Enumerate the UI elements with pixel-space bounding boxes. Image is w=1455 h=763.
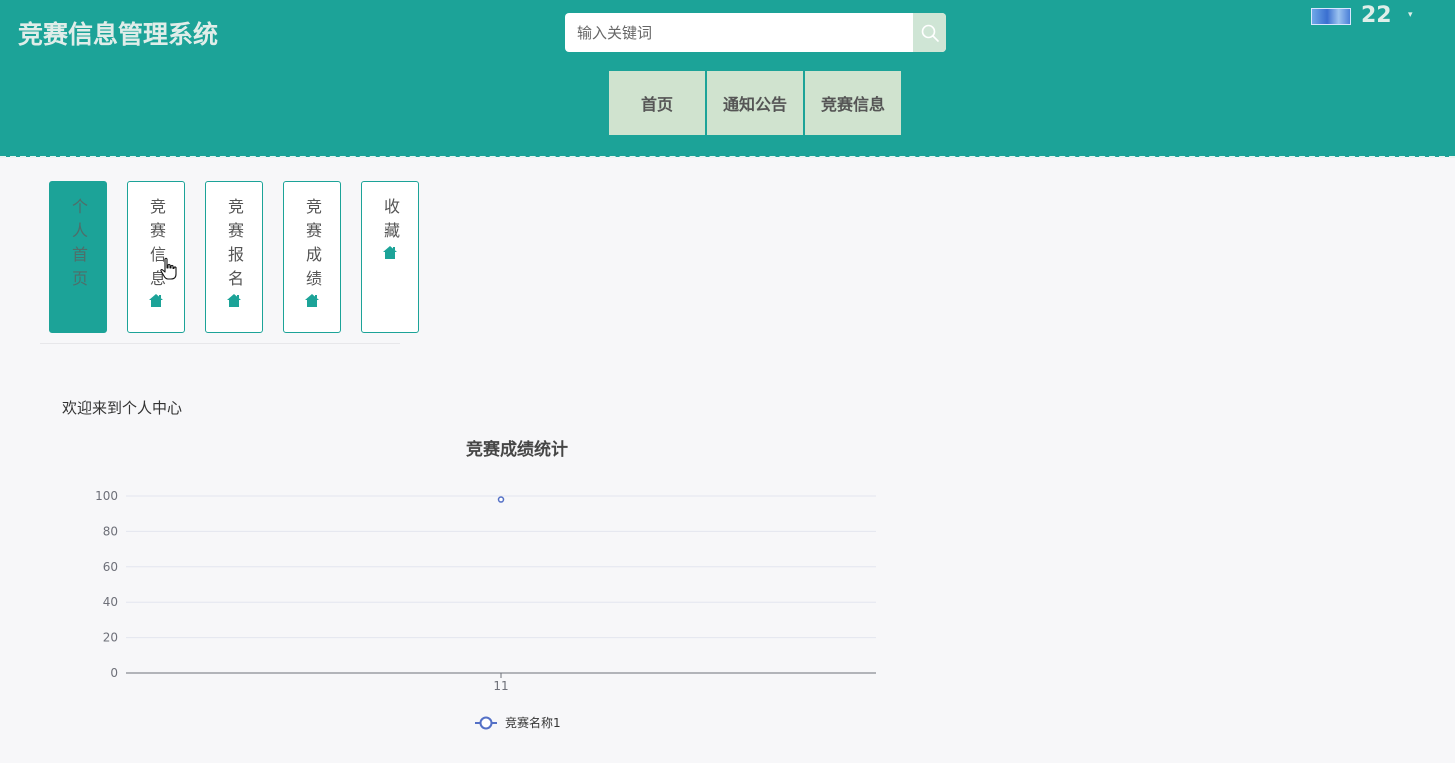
home-icon xyxy=(305,294,319,307)
home-icon xyxy=(227,294,241,307)
tile-competition-scores[interactable]: 竞赛成绩 xyxy=(283,181,341,333)
tile-label: 竞赛成绩 xyxy=(303,198,322,294)
tile-favorites[interactable]: 收藏 xyxy=(361,181,419,333)
search-box xyxy=(565,13,946,52)
score-chart: 竞赛成绩统计 0 20 40 60 80 100 11 竞赛名称1 xyxy=(95,439,876,730)
nav-item-competitions[interactable]: 竞赛信息 xyxy=(805,71,901,135)
y-tick-label: 60 xyxy=(103,560,118,574)
tile-label: 竞赛报名 xyxy=(225,198,244,294)
home-icon xyxy=(383,246,397,259)
hand-cursor-icon xyxy=(160,257,177,280)
search-input[interactable] xyxy=(565,13,913,52)
y-tick-label: 80 xyxy=(103,524,118,538)
y-tick-label: 20 xyxy=(103,631,118,645)
data-point[interactable] xyxy=(497,496,505,503)
nav-item-home[interactable]: 首页 xyxy=(609,71,705,135)
tile-competition-signup[interactable]: 竞赛报名 xyxy=(205,181,263,333)
tile-personal-home[interactable]: 个人首页 xyxy=(49,181,107,333)
user-avatar[interactable] xyxy=(1311,8,1351,25)
tile-label: 收藏 xyxy=(381,198,400,246)
app-title: 竞赛信息管理系统 xyxy=(18,20,219,49)
nav-item-notices[interactable]: 通知公告 xyxy=(707,71,803,135)
y-tick-label: 100 xyxy=(95,489,118,503)
x-tick-label: 11 xyxy=(493,679,508,693)
search-button[interactable] xyxy=(913,13,946,52)
chart-title: 竞赛成绩统计 xyxy=(466,439,568,460)
legend-marker[interactable] xyxy=(479,716,493,730)
header-divider xyxy=(0,156,1455,158)
search-icon xyxy=(921,24,939,42)
divider xyxy=(40,343,400,344)
legend-label[interactable]: 竞赛名称1 xyxy=(505,715,561,730)
y-tick-label: 40 xyxy=(103,595,118,609)
header-bar: 竞赛信息管理系统 22 ▾ 首页 通知公告 竞赛信息 xyxy=(0,0,1455,157)
home-icon xyxy=(149,294,163,307)
main-nav: 首页 通知公告 竞赛信息 xyxy=(609,71,901,135)
user-name[interactable]: 22 xyxy=(1361,3,1392,28)
caret-down-icon[interactable]: ▾ xyxy=(1408,10,1413,20)
welcome-text: 欢迎来到个人中心 xyxy=(62,399,183,417)
tile-label: 个人首页 xyxy=(69,198,88,294)
y-tick-label: 0 xyxy=(110,666,118,680)
sidebar-tiles: 个人首页 竞赛信息 竞赛报名 竞赛成绩 收藏 xyxy=(49,181,419,333)
